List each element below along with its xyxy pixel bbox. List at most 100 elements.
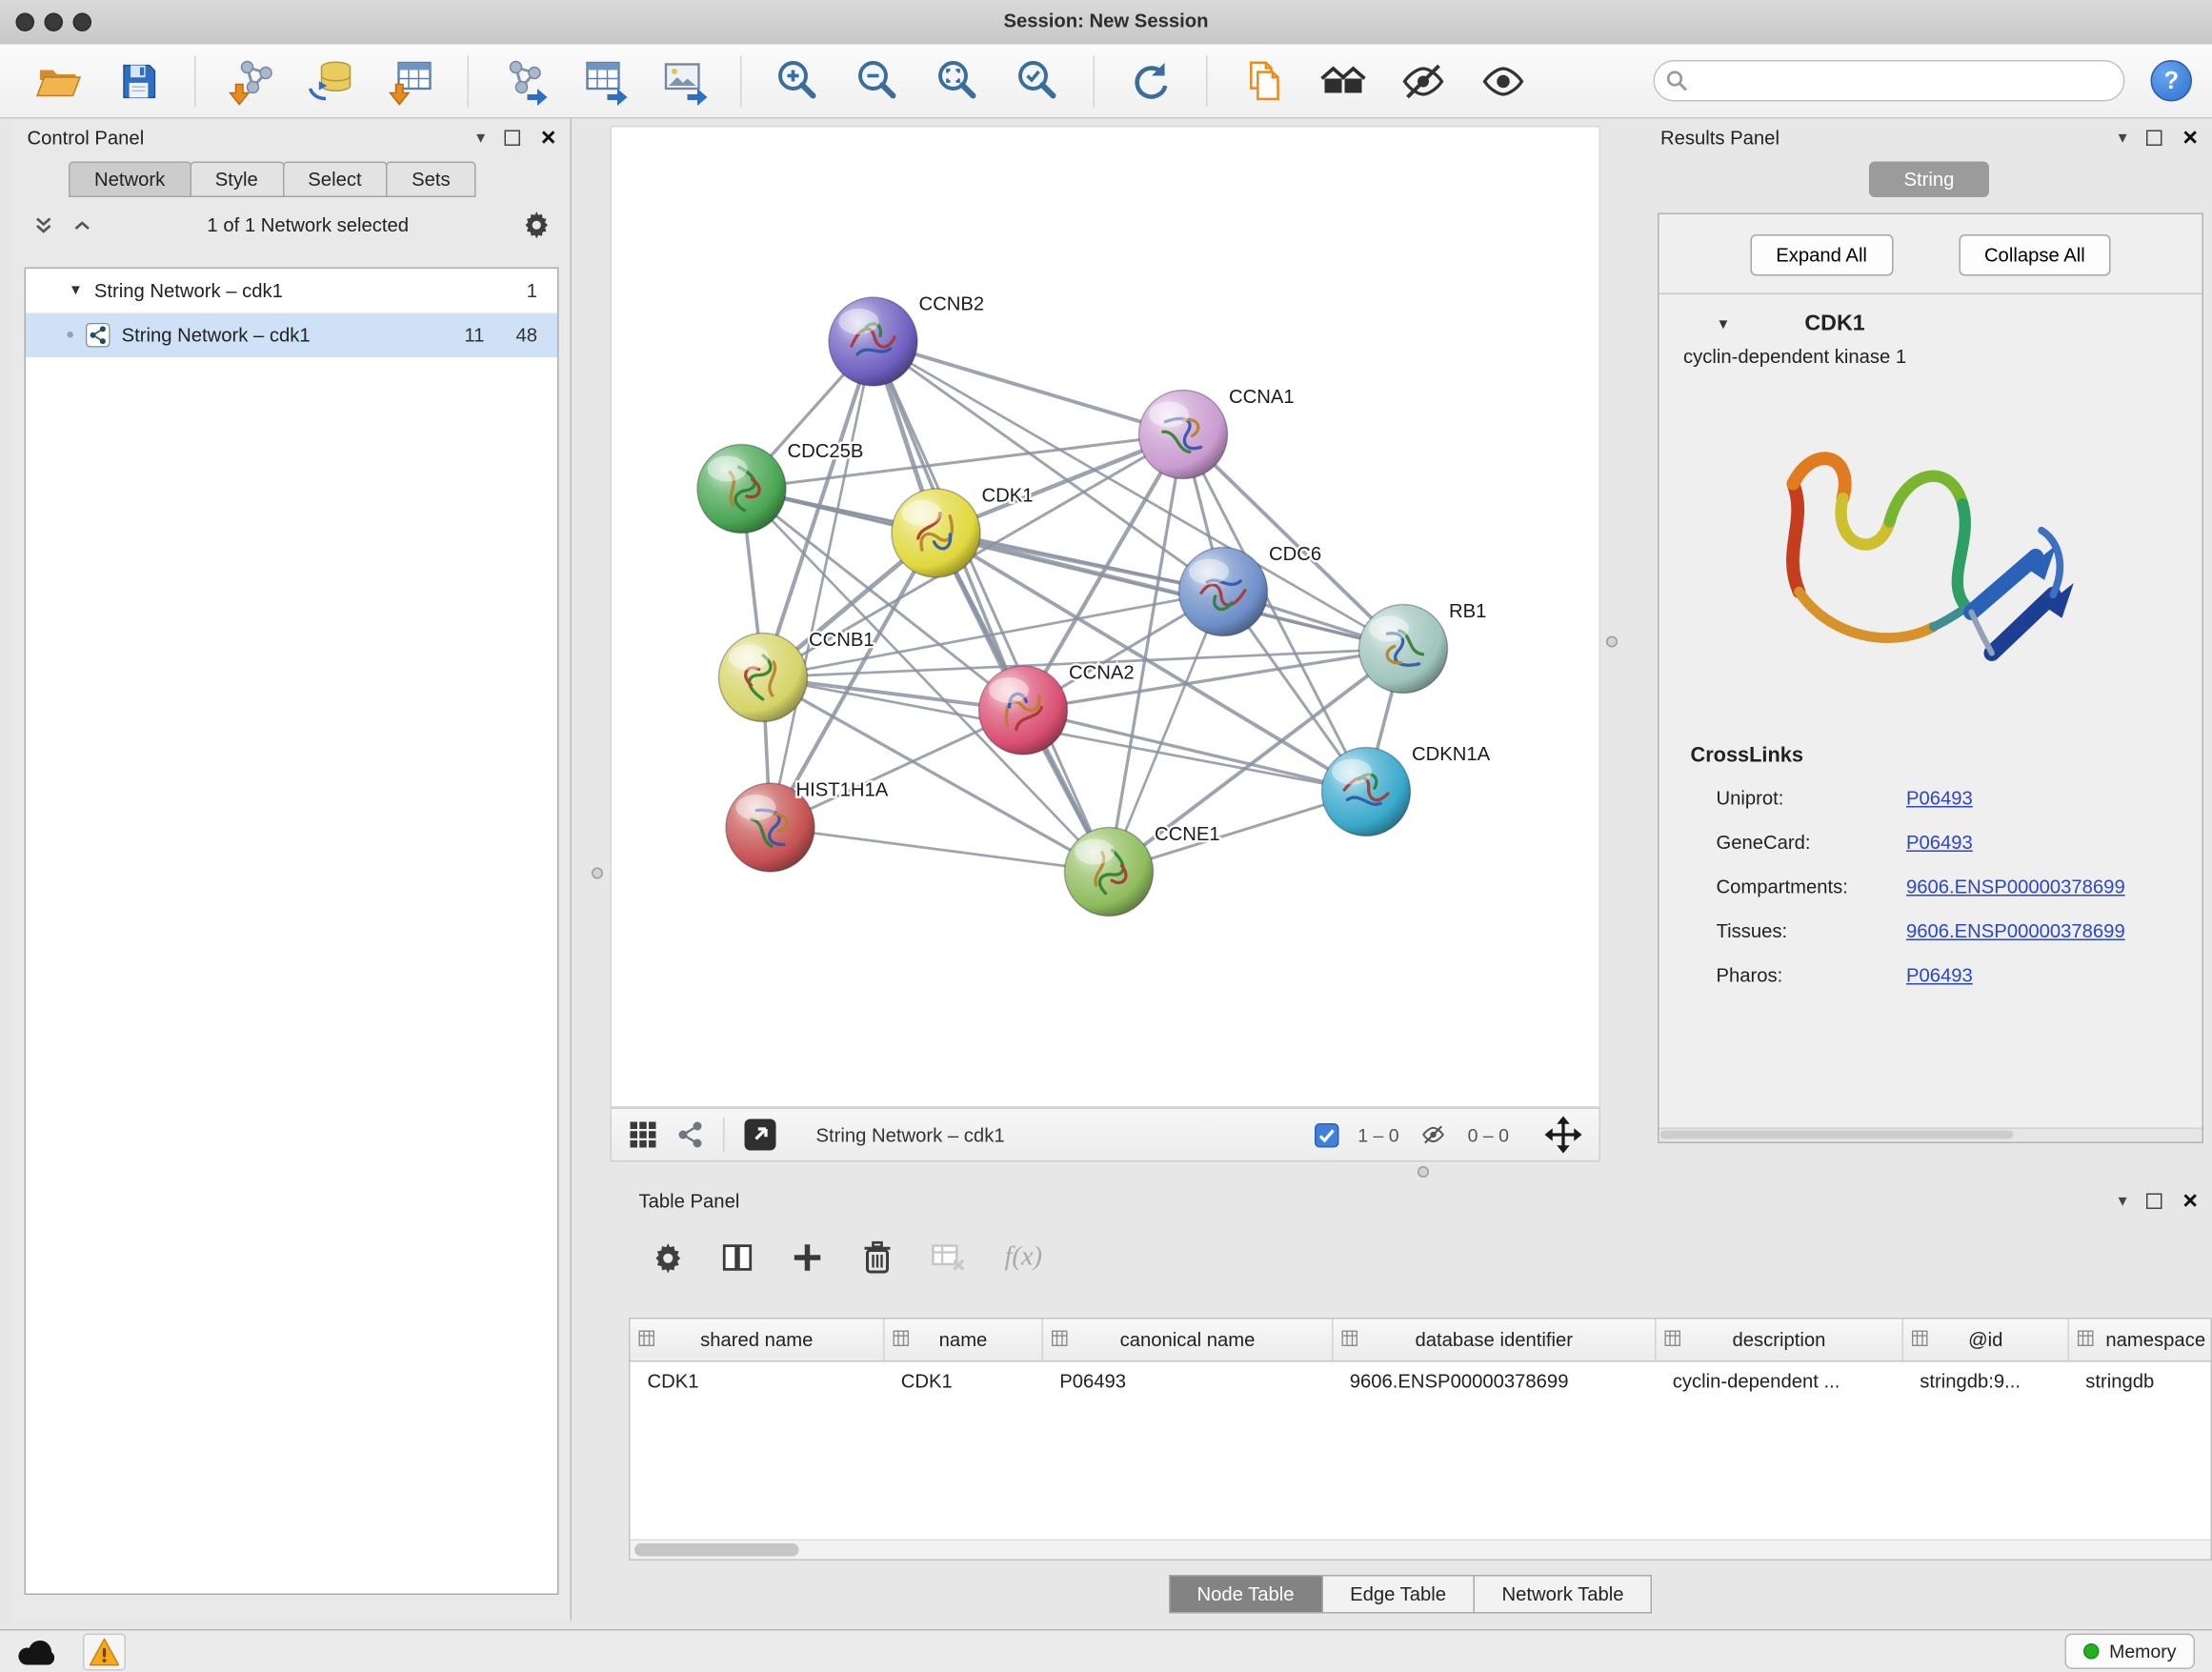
home-views-button[interactable] <box>1317 53 1371 108</box>
crosslink-link[interactable]: 9606.ENSP00000378699 <box>1906 920 2125 942</box>
birds-eye-move-icon[interactable] <box>1545 1117 1582 1154</box>
zoom-out-button[interactable] <box>851 53 905 108</box>
collection-label: String Network – cdk1 <box>94 280 283 302</box>
network-node-CCNB2[interactable]: CCNB2 <box>829 294 984 387</box>
crosslink-link[interactable]: P06493 <box>1906 832 1973 854</box>
network-node-CCNA2[interactable]: CCNA2 <box>979 663 1135 755</box>
import-network-database-button[interactable] <box>305 53 359 108</box>
grid-view-icon[interactable] <box>629 1120 657 1149</box>
network-node-HIST1H1A[interactable]: HIST1H1A <box>726 780 889 873</box>
table-row[interactable]: CDK1CDK1P064939606.ENSP00000378699cyclin… <box>631 1361 2212 1400</box>
tab-select[interactable]: Select <box>282 162 387 198</box>
warnings-button[interactable] <box>83 1633 126 1670</box>
table-cell[interactable]: CDK1 <box>884 1361 1043 1400</box>
column-header-name[interactable]: name <box>884 1319 1043 1361</box>
show-elements-button[interactable] <box>1477 53 1531 108</box>
zoom-fit-button[interactable] <box>931 53 985 108</box>
panel-menu-caret-icon[interactable]: ▾ <box>476 128 485 148</box>
add-column-icon[interactable] <box>792 1242 823 1274</box>
save-session-button[interactable] <box>111 53 166 108</box>
table-cell[interactable]: P06493 <box>1042 1361 1333 1400</box>
panel-float-icon[interactable] <box>2147 130 2163 146</box>
tab-network[interactable]: Network <box>69 162 191 198</box>
column-header-shared-name[interactable]: shared name <box>631 1319 884 1361</box>
table-cell[interactable]: CDK1 <box>631 1361 884 1400</box>
tab-edge-table[interactable]: Edge Table <box>1321 1575 1475 1614</box>
detach-view-icon[interactable] <box>743 1118 777 1152</box>
network-edge-CCNB2-HIST1H1A[interactable] <box>771 342 874 828</box>
cloud-icon[interactable] <box>17 1637 54 1665</box>
section-expand-icon[interactable]: ▼ <box>1717 316 1731 332</box>
tab-network-table[interactable]: Network Table <box>1474 1575 1653 1614</box>
share-view-icon[interactable] <box>676 1120 705 1149</box>
memory-button[interactable]: Memory <box>2065 1634 2195 1670</box>
panel-float-icon[interactable] <box>2147 1193 2163 1209</box>
network-edge-CCNB2-CCNE1[interactable] <box>874 342 1110 873</box>
right-splitter-handle[interactable] <box>1606 636 1618 648</box>
help-button[interactable]: ? <box>2151 60 2193 102</box>
left-splitter-handle[interactable] <box>592 868 603 879</box>
gear-icon[interactable] <box>523 211 551 238</box>
network-row-selected[interactable]: ● String Network – cdk1 11 48 <box>26 313 557 358</box>
crosslink-link[interactable]: P06493 <box>1906 965 1973 987</box>
expand-all-icon[interactable] <box>71 213 93 235</box>
column-header--id[interactable]: @id <box>1902 1319 2068 1361</box>
table-cell[interactable]: stringdb <box>2068 1361 2212 1400</box>
delete-column-trash-icon[interactable] <box>862 1240 894 1275</box>
expand-all-button[interactable]: Expand All <box>1750 234 1893 276</box>
search-input[interactable] <box>1654 60 2125 102</box>
table-horizontal-scrollbar[interactable] <box>631 1540 2211 1560</box>
open-session-button[interactable] <box>31 53 86 108</box>
network-node-CDKN1A[interactable]: CDKN1A <box>1322 744 1491 836</box>
column-header-namespace[interactable]: namespace <box>2068 1319 2212 1361</box>
column-header-database-identifier[interactable]: database identifier <box>1333 1319 1656 1361</box>
crosslink-link[interactable]: P06493 <box>1906 788 1973 810</box>
export-image-button[interactable] <box>657 53 712 108</box>
export-network-button[interactable] <box>497 53 552 108</box>
tab-node-table[interactable]: Node Table <box>1168 1575 1322 1614</box>
hidden-eye-icon[interactable] <box>1418 1122 1449 1148</box>
column-header-canonical-name[interactable]: canonical name <box>1042 1319 1333 1361</box>
collapse-all-button[interactable]: Collapse All <box>1959 234 2111 276</box>
tab-sets[interactable]: Sets <box>386 162 476 198</box>
panel-menu-caret-icon[interactable]: ▾ <box>2119 128 2127 148</box>
network-edge-HIST1H1A-CCNE1[interactable] <box>771 828 1110 873</box>
table-cell[interactable]: stringdb:9... <box>1902 1361 2068 1400</box>
table-cell[interactable]: cyclin-dependent ... <box>1656 1361 1903 1400</box>
import-network-file-button[interactable] <box>225 53 279 108</box>
protein-section-header[interactable]: ▼ CDK1 <box>1659 294 2202 346</box>
collapse-all-icon[interactable] <box>33 213 55 235</box>
network-node-CDK1[interactable]: CDK1 <box>892 486 1034 578</box>
refresh-button[interactable] <box>1123 53 1177 108</box>
show-columns-icon[interactable] <box>722 1242 754 1274</box>
results-horizontal-scrollbar[interactable] <box>1659 1128 2202 1142</box>
panel-menu-caret-icon[interactable]: ▾ <box>2119 1191 2127 1211</box>
hide-elements-button[interactable] <box>1397 53 1451 108</box>
panel-close-icon[interactable]: × <box>2182 1193 2198 1209</box>
crosslink-link[interactable]: 9606.ENSP00000378699 <box>1906 876 2125 898</box>
function-builder-icon[interactable]: f(x) <box>1005 1242 1043 1274</box>
zoom-selected-button[interactable] <box>1011 53 1065 108</box>
panel-close-icon[interactable]: × <box>541 130 556 146</box>
network-view[interactable]: CCNB2CCNA1CDC25BCDK1CDC6RB1CCNB1CCNA2CDK… <box>611 126 1601 1108</box>
selected-checkbox-icon[interactable] <box>1315 1122 1339 1147</box>
zoom-in-button[interactable] <box>771 53 825 108</box>
column-header-description[interactable]: description <box>1656 1319 1903 1361</box>
panel-close-icon[interactable]: × <box>2182 130 2198 146</box>
network-collection-row[interactable]: ▼ String Network – cdk1 1 <box>26 269 557 313</box>
import-table-button[interactable] <box>385 53 439 108</box>
network-node-CCNE1[interactable]: CCNE1 <box>1065 824 1220 917</box>
table-settings-gear-icon[interactable] <box>654 1242 684 1273</box>
table-cell[interactable]: 9606.ENSP00000378699 <box>1333 1361 1656 1400</box>
network-edge-CCNB2-CCNA1[interactable] <box>874 342 1184 435</box>
network-node-RB1[interactable]: RB1 <box>1359 601 1487 694</box>
horizontal-splitter-handle[interactable] <box>1418 1166 1429 1178</box>
panel-float-icon[interactable] <box>505 130 521 146</box>
tree-expand-icon[interactable]: ▼ <box>69 283 83 299</box>
network-edge-CCNA2-CDKN1A[interactable] <box>1023 711 1366 793</box>
tab-style[interactable]: Style <box>190 162 284 198</box>
scrollbar-thumb[interactable] <box>634 1543 799 1557</box>
export-table-button[interactable] <box>577 53 632 108</box>
tab-string[interactable]: String <box>1869 162 1989 198</box>
copy-document-button[interactable] <box>1237 53 1291 108</box>
